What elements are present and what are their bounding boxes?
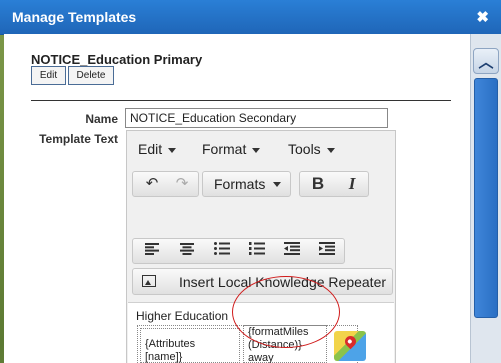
redo-icon[interactable]: ↷ bbox=[168, 172, 196, 196]
chevron-down-icon bbox=[168, 147, 177, 153]
scroll-up-icon[interactable]: ︿ bbox=[473, 48, 499, 74]
vertical-scrollbar[interactable]: ︿ bbox=[470, 34, 501, 363]
dialog-content: NOTICE_Education Primary Edit Delete Nam… bbox=[4, 34, 470, 363]
align-left-icon[interactable] bbox=[135, 239, 169, 263]
table-cell-distance[interactable]: {formatMiles (Distance)} away bbox=[243, 325, 327, 363]
editor-menubar: Edit Format Tools bbox=[127, 131, 395, 165]
outdent-icon[interactable] bbox=[275, 239, 309, 263]
image-icon bbox=[142, 275, 156, 287]
insert-local-knowledge-repeater-button[interactable]: Insert Local Knowledge Repeater bbox=[132, 268, 393, 295]
menu-edit[interactable]: Edit bbox=[138, 141, 177, 157]
name-label: Name bbox=[85, 112, 118, 126]
history-group: ↶ ↷ bbox=[132, 171, 199, 197]
map-pin-icon bbox=[334, 331, 366, 361]
dialog-titlebar: Manage Templates ✖ bbox=[0, 0, 501, 35]
formats-dropdown[interactable]: Formats bbox=[202, 171, 291, 197]
template-table: {Attributes [name]} {formatMiles (Distan… bbox=[137, 325, 358, 363]
paragraph-group bbox=[132, 238, 345, 264]
table-cell-attributes[interactable]: {Attributes [name]} bbox=[140, 328, 240, 363]
divider bbox=[31, 100, 451, 101]
indent-icon[interactable] bbox=[310, 239, 344, 263]
scrollbar-thumb[interactable] bbox=[474, 78, 498, 318]
style-group: B I bbox=[299, 171, 369, 197]
cell-line: [name]} bbox=[145, 351, 183, 363]
close-icon[interactable]: ✖ bbox=[476, 8, 489, 26]
align-center-icon[interactable] bbox=[170, 239, 204, 263]
chevron-down-icon bbox=[326, 147, 335, 153]
cell-line: {Attributes bbox=[145, 338, 196, 350]
numbered-list-icon[interactable] bbox=[240, 239, 274, 263]
cell-line: away bbox=[248, 352, 274, 363]
menu-format[interactable]: Format bbox=[202, 141, 261, 157]
bold-icon[interactable]: B bbox=[303, 172, 333, 196]
chevron-down-icon bbox=[273, 182, 281, 187]
template-name-heading: NOTICE_Education Primary bbox=[31, 52, 203, 67]
undo-icon[interactable]: ↶ bbox=[138, 172, 166, 196]
formats-label: Formats bbox=[214, 176, 266, 192]
chevron-down-icon bbox=[252, 147, 261, 153]
menu-tools[interactable]: Tools bbox=[288, 141, 335, 157]
bullet-list-icon[interactable] bbox=[205, 239, 239, 263]
dialog-title: Manage Templates bbox=[12, 9, 137, 25]
edit-button[interactable]: Edit bbox=[31, 66, 66, 85]
insert-button-label: Insert Local Knowledge Repeater bbox=[179, 274, 387, 290]
rich-text-editor: Edit Format Tools ↶ ↷ Formats B I Insert… bbox=[126, 130, 396, 363]
name-input[interactable] bbox=[125, 108, 388, 128]
manage-templates-dialog: Manage Templates ✖ NOTICE_Education Prim… bbox=[0, 0, 501, 363]
italic-icon[interactable]: I bbox=[337, 172, 367, 196]
cell-line: (Distance)} bbox=[248, 339, 302, 351]
map-pin-icon-marker bbox=[342, 333, 359, 350]
editor-heading-text: Higher Education bbox=[136, 309, 229, 323]
cell-line: {formatMiles bbox=[248, 326, 309, 338]
delete-button[interactable]: Delete bbox=[68, 66, 114, 85]
template-text-label: Template Text bbox=[39, 132, 118, 146]
